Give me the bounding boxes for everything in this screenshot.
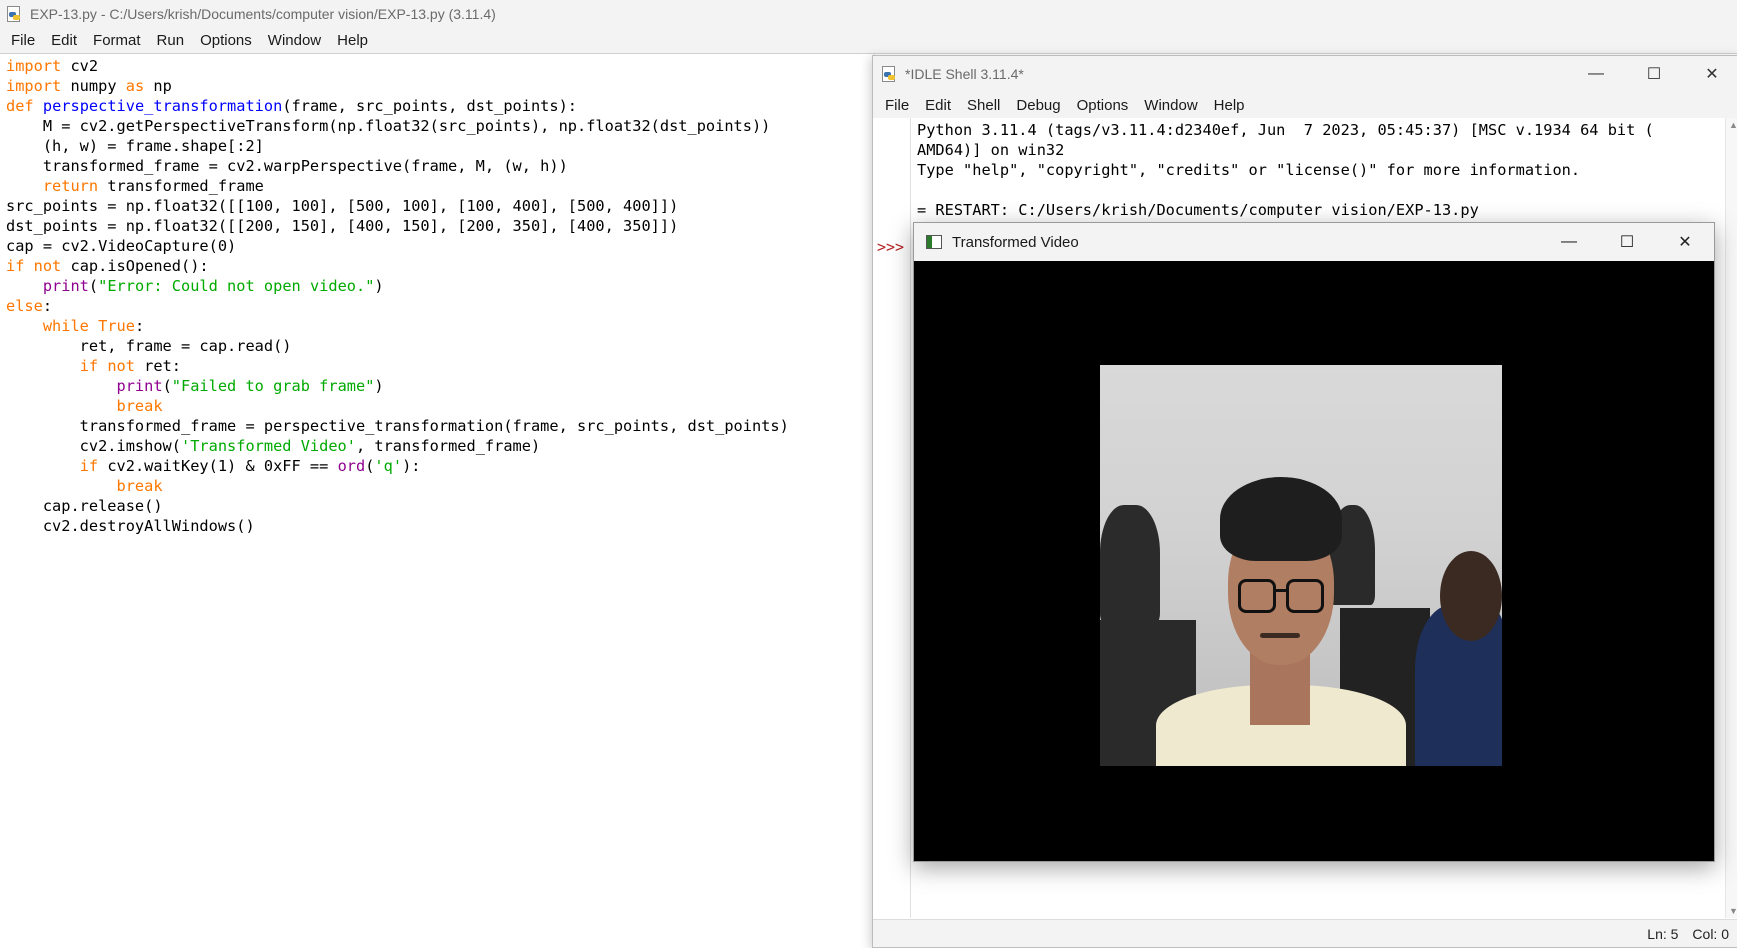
transformed-video-window: Transformed Video — ☐ ✕: [913, 222, 1715, 862]
code-line: if not cap.isOpened():: [6, 257, 209, 275]
shell-line: AMD64)] on win32: [917, 141, 1065, 159]
menu-file[interactable]: File: [3, 32, 43, 49]
editor-menubar: File Edit Format Run Options Window Help: [0, 28, 1737, 54]
code-line: import numpy as np: [6, 77, 172, 95]
code-line: print("Error: Could not open video."): [42, 277, 384, 295]
minimize-icon[interactable]: —: [1567, 56, 1625, 92]
shell-menu-window[interactable]: Window: [1136, 97, 1205, 114]
video-minimize-icon[interactable]: —: [1540, 223, 1598, 261]
shell-menu-debug[interactable]: Debug: [1008, 97, 1068, 114]
code-line: cap.release(): [6, 497, 163, 515]
code-line: ret, frame = cap.read(): [6, 337, 292, 355]
code-line: transformed_frame = perspective_transfor…: [6, 417, 789, 435]
menu-options[interactable]: Options: [192, 32, 260, 49]
code-line: (h, w) = frame.shape[:2]: [6, 137, 264, 155]
code-line: cv2.imshow('Transformed Video', transfor…: [6, 437, 541, 455]
python-file-icon: [6, 6, 22, 22]
video-window-title: Transformed Video: [952, 233, 1079, 251]
menu-edit[interactable]: Edit: [43, 32, 85, 49]
shell-menu-file[interactable]: File: [877, 97, 917, 114]
shell-title-bar: *IDLE Shell 3.11.4* — ☐ ✕: [873, 56, 1737, 92]
code-line: if not ret:: [79, 357, 182, 375]
shell-menu-edit[interactable]: Edit: [917, 97, 959, 114]
shell-line: = RESTART: C:/Users/krish/Documents/comp…: [917, 201, 1479, 219]
code-line: M = cv2.getPerspectiveTransform(np.float…: [6, 117, 771, 135]
opencv-window-icon: [926, 235, 942, 249]
code-line: while True:: [42, 317, 145, 335]
menu-format[interactable]: Format: [85, 32, 149, 49]
close-icon[interactable]: ✕: [1683, 56, 1737, 92]
menu-help[interactable]: Help: [329, 32, 376, 49]
python-shell-icon: [881, 66, 897, 82]
code-line: if cv2.waitKey(1) & 0xFF == ord('q'):: [79, 457, 421, 475]
shell-line: Python 3.11.4 (tags/v3.11.4:d2340ef, Jun…: [917, 121, 1654, 139]
editor-window-title: EXP-13.py - C:/Users/krish/Documents/com…: [30, 6, 496, 22]
video-title-bar: Transformed Video — ☐ ✕: [914, 223, 1714, 261]
status-column: Col: 0: [1692, 925, 1729, 942]
shell-scrollbar[interactable]: ▲ ▼: [1725, 118, 1737, 918]
code-line: cap = cv2.VideoCapture(0): [6, 237, 237, 255]
code-editor[interactable]: import cv2 import numpy as np def perspect…: [0, 54, 875, 948]
shell-menu-help[interactable]: Help: [1206, 97, 1253, 114]
scroll-up-icon[interactable]: ▲: [1729, 120, 1737, 130]
shell-status-bar: Ln: 5 Col: 0: [873, 919, 1737, 947]
webcam-frame-image: [1100, 365, 1502, 766]
shell-window-title: *IDLE Shell 3.11.4*: [905, 66, 1024, 82]
code-line: break: [116, 477, 163, 495]
video-maximize-icon[interactable]: ☐: [1598, 223, 1656, 261]
code-line: cv2.destroyAllWindows(): [6, 517, 255, 535]
code-line: import cv2: [6, 57, 99, 75]
shell-output[interactable]: Python 3.11.4 (tags/v3.11.4:d2340ef, Jun…: [917, 120, 1717, 220]
shell-prompt-gutter: >>>: [873, 118, 911, 918]
code-line: print("Failed to grab frame"): [116, 377, 384, 395]
code-line: break: [116, 397, 163, 415]
video-close-icon[interactable]: ✕: [1656, 223, 1714, 261]
menu-window[interactable]: Window: [260, 32, 329, 49]
editor-title-bar: EXP-13.py - C:/Users/krish/Documents/com…: [0, 0, 1737, 28]
menu-run[interactable]: Run: [149, 32, 193, 49]
code-line: transformed_frame = cv2.warpPerspective(…: [6, 157, 568, 175]
code-line: def perspective_transformation(frame, sr…: [6, 97, 578, 115]
scroll-down-icon[interactable]: ▼: [1729, 906, 1737, 916]
shell-menubar: File Edit Shell Debug Options Window Hel…: [873, 92, 1737, 118]
code-line: return transformed_frame: [42, 177, 264, 195]
shell-menu-shell[interactable]: Shell: [959, 97, 1008, 114]
maximize-icon[interactable]: ☐: [1625, 56, 1683, 92]
code-line: dst_points = np.float32([[200, 150], [40…: [6, 217, 679, 235]
code-line: else:: [6, 297, 53, 315]
shell-menu-options[interactable]: Options: [1069, 97, 1137, 114]
shell-prompt: >>>: [877, 238, 905, 256]
status-line: Ln: 5: [1647, 925, 1679, 942]
shell-line: Type "help", "copyright", "credits" or "…: [917, 161, 1581, 179]
code-line: src_points = np.float32([[100, 100], [50…: [6, 197, 679, 215]
